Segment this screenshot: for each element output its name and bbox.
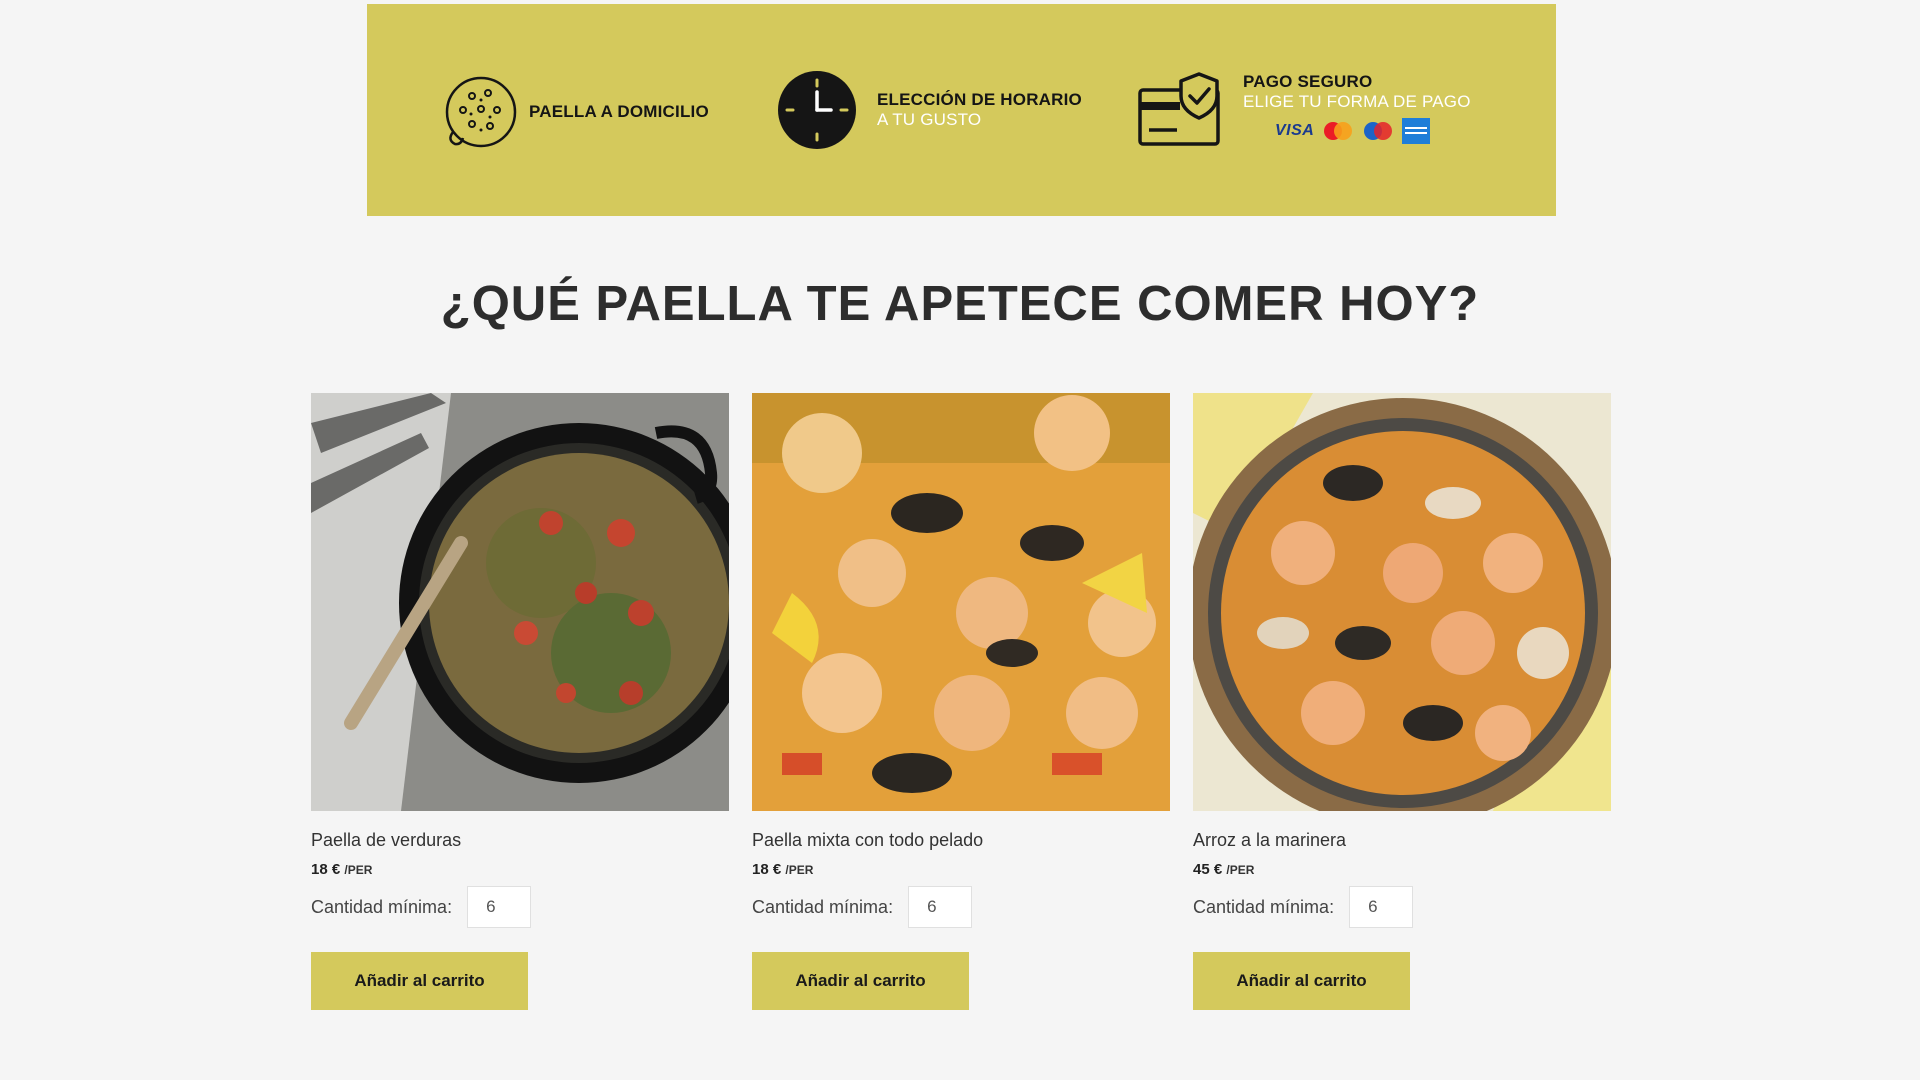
feature-secure-payment: PAGO SEGURO ELIGE TU FORMA DE PAGO VISA [1137, 72, 1471, 148]
product-card: Paella de verduras 18 € /PER Cantidad mí… [311, 393, 729, 1010]
product-card: Arroz a la marinera 45 € /PER Cantidad m… [1193, 393, 1611, 1010]
min-quantity-row: Cantidad mínima: [1193, 886, 1611, 928]
add-to-cart-button[interactable]: Añadir al carrito [1193, 952, 1410, 1010]
visa-icon: VISA [1275, 122, 1315, 139]
price-unit: /PER [1226, 863, 1255, 877]
section-heading: ¿QUÉ PAELLA TE APETECE COMER HOY? [440, 277, 1480, 331]
feature-title: PAGO SEGURO [1243, 72, 1373, 91]
product-price: 18 € /PER [752, 861, 1170, 878]
features-banner: PAELLA A DOMICILIO ELECCIÓN DE HORARIO A… [367, 4, 1556, 216]
product-name: Arroz a la marinera [1193, 830, 1347, 850]
min-quantity-label: Cantidad mínima: [752, 896, 894, 917]
maestro-icon [1364, 122, 1393, 140]
price-amount: 45 € [1193, 861, 1223, 878]
feature-home-delivery: PAELLA A DOMICILIO [443, 74, 709, 150]
product-image-vegetable-paella[interactable] [311, 393, 729, 811]
min-quantity-input[interactable] [1349, 886, 1414, 928]
price-unit: /PER [785, 863, 814, 877]
feature-subtitle: A TU GUSTO [877, 110, 982, 129]
clock-icon [778, 71, 856, 149]
product-name: Paella mixta con todo pelado [752, 830, 984, 850]
feature-title: PAELLA A DOMICILIO [529, 102, 709, 121]
amex-icon [1402, 118, 1431, 144]
product-card: Paella mixta con todo pelado 18 € /PER C… [752, 393, 1170, 1010]
min-quantity-label: Cantidad mínima: [311, 896, 453, 917]
price-unit: /PER [344, 863, 373, 877]
min-quantity-input[interactable] [467, 886, 532, 928]
feature-subtitle: ELIGE TU FORMA DE PAGO [1243, 92, 1471, 111]
paella-pan-icon [445, 76, 517, 148]
product-price: 45 € /PER [1193, 861, 1611, 878]
min-quantity-row: Cantidad mínima: [311, 886, 729, 928]
price-amount: 18 € [752, 861, 782, 878]
product-name: Paella de verduras [311, 830, 462, 850]
product-price: 18 € /PER [311, 861, 729, 878]
add-to-cart-button[interactable]: Añadir al carrito [311, 952, 528, 1010]
secure-payment-icon [1138, 72, 1220, 146]
min-quantity-row: Cantidad mínima: [752, 886, 1170, 928]
feature-title: ELECCIÓN DE HORARIO [877, 90, 1082, 109]
min-quantity-label: Cantidad mínima: [1193, 896, 1335, 917]
product-image-mixed-paella[interactable] [752, 393, 1170, 811]
payment-cards: VISA [1275, 118, 1471, 144]
min-quantity-input[interactable] [908, 886, 973, 928]
feature-schedule: ELECCIÓN DE HORARIO A TU GUSTO [777, 70, 1082, 150]
mastercard-icon [1324, 122, 1353, 140]
add-to-cart-button[interactable]: Añadir al carrito [752, 952, 969, 1010]
price-amount: 18 € [311, 861, 341, 878]
product-image-seafood-rice[interactable] [1193, 393, 1611, 811]
